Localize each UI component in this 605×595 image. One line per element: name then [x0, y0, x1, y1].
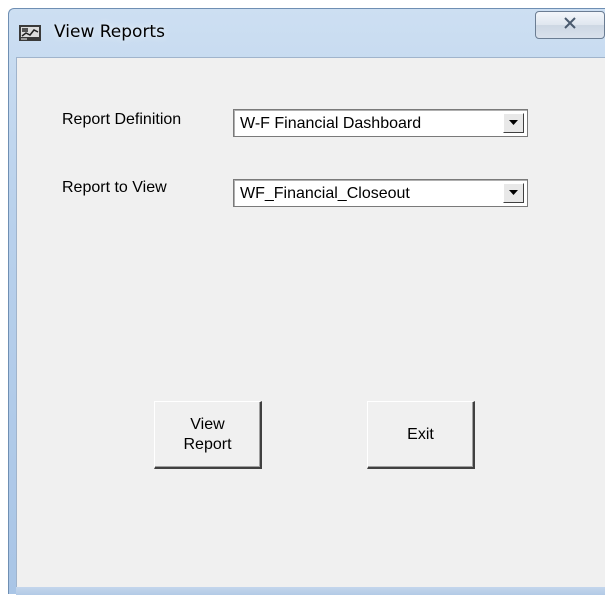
title-bar[interactable]: View Reports — [9, 9, 605, 57]
close-icon — [563, 16, 577, 34]
view-report-button[interactable]: View Report — [154, 401, 262, 469]
report-to-view-select[interactable]: WF_Financial_Closeout — [233, 179, 528, 207]
report-app-icon — [19, 24, 41, 42]
close-button[interactable] — [535, 11, 605, 39]
report-definition-label: Report Definition — [62, 111, 182, 128]
window-title: View Reports — [54, 22, 165, 42]
report-definition-value: W-F Financial Dashboard — [240, 115, 422, 132]
exit-button-label: Exit — [407, 425, 434, 443]
view-reports-window: View Reports Report Definition W-F Finan… — [8, 8, 605, 595]
chevron-down-icon[interactable] — [503, 183, 524, 203]
view-report-button-label: View Report — [183, 415, 232, 453]
report-to-view-value: WF_Financial_Closeout — [240, 185, 410, 202]
exit-button[interactable]: Exit — [367, 401, 475, 469]
dialog-client-area: Report Definition W-F Financial Dashboar… — [16, 57, 605, 588]
report-to-view-label: Report to View — [62, 179, 167, 196]
chevron-down-icon[interactable] — [503, 113, 524, 133]
report-definition-select[interactable]: W-F Financial Dashboard — [233, 109, 528, 137]
